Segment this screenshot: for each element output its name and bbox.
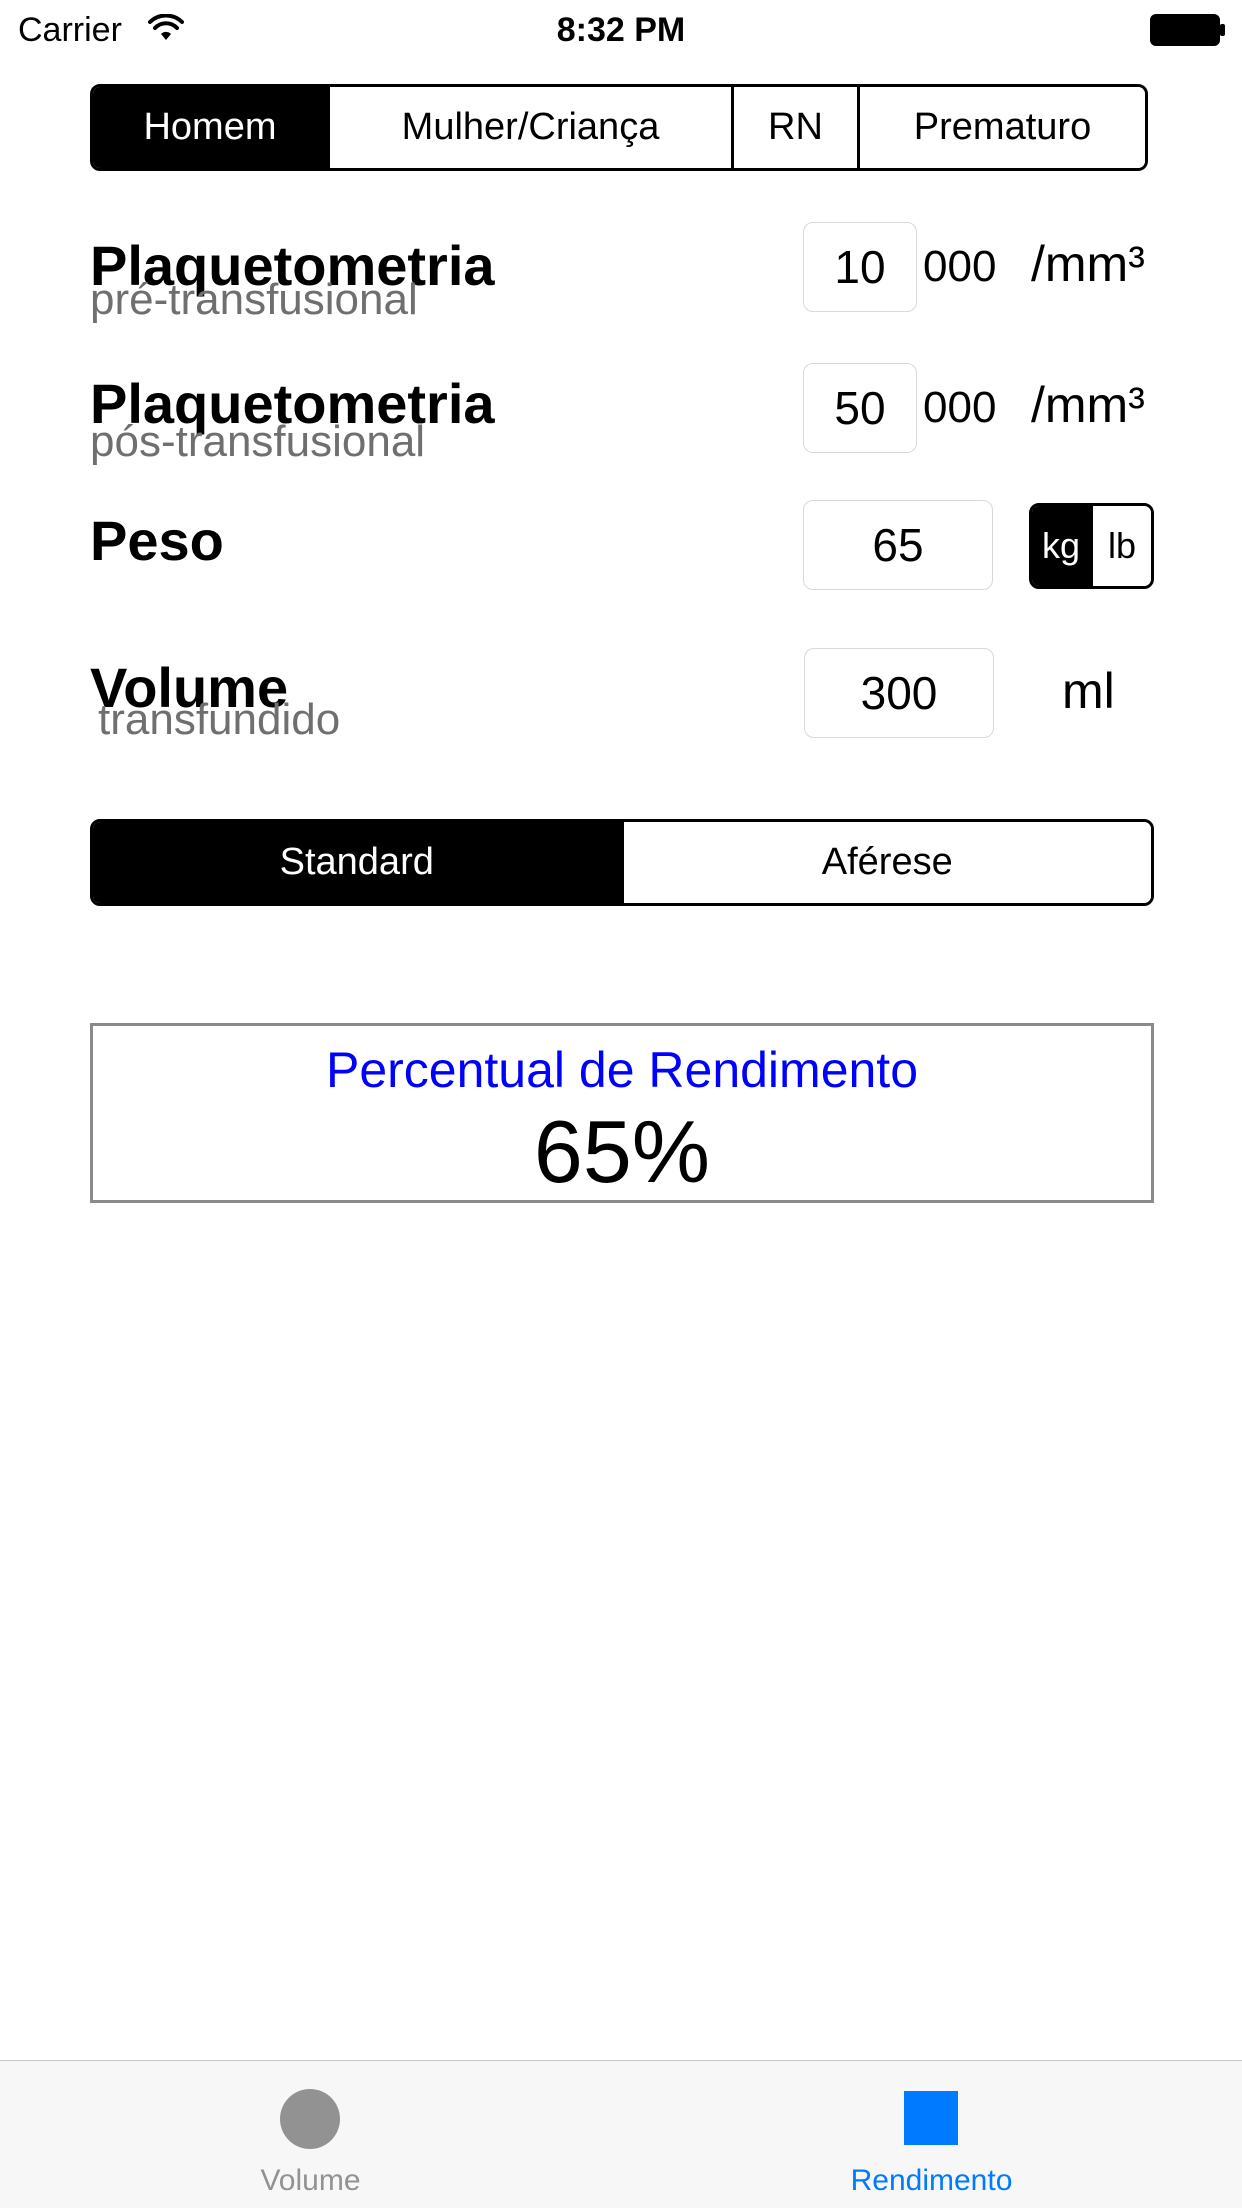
pre-transfusion-suffix: 000 xyxy=(923,242,997,291)
post-transfusion-unit: /mm³ xyxy=(1031,377,1145,433)
battery-icon xyxy=(1150,14,1225,46)
weight-label: Peso xyxy=(90,509,224,572)
square-icon xyxy=(904,2091,958,2145)
result-title: Percentual de Rendimento xyxy=(325,1042,919,1098)
volume-input[interactable]: 300 xyxy=(804,648,994,738)
segment-homem[interactable]: Homem xyxy=(93,87,327,168)
result-box: Percentual de Rendimento 65% xyxy=(90,1023,1154,1203)
weight-unit-selector: kg lb xyxy=(1029,503,1154,589)
segment-mulher-crianca[interactable]: Mulher/Criança xyxy=(327,87,731,168)
tab-bar: Volume Rendimento xyxy=(0,2060,1242,2208)
segment-prematuro[interactable]: Prematuro xyxy=(857,87,1145,168)
product-type-selector: Standard Aférese xyxy=(90,819,1154,906)
status-bar: Carrier 8:32 PM xyxy=(0,0,1242,60)
tab-volume-label: Volume xyxy=(260,2164,361,2197)
post-transfusion-suffix: 000 xyxy=(923,383,997,432)
unit-kg[interactable]: kg xyxy=(1032,506,1090,586)
patient-type-selector: Homem Mulher/Criança RN Prematuro xyxy=(90,84,1148,171)
segment-aferese[interactable]: Aférese xyxy=(620,822,1151,903)
tab-rendimento[interactable]: Rendimento xyxy=(621,2061,1242,2209)
tab-rendimento-label: Rendimento xyxy=(850,2164,1013,2197)
volume-unit: ml xyxy=(1062,663,1115,719)
weight-input[interactable]: 65 xyxy=(803,500,993,590)
clock: 8:32 PM xyxy=(556,11,686,49)
tab-volume[interactable]: Volume xyxy=(0,2061,621,2209)
circle-icon xyxy=(280,2089,340,2149)
segment-standard[interactable]: Standard xyxy=(93,822,621,903)
post-transfusion-input[interactable]: 50 xyxy=(803,363,917,453)
volume-sublabel: transfundido xyxy=(98,695,341,744)
segment-rn[interactable]: RN xyxy=(731,87,857,168)
result-value: 65% xyxy=(533,1102,711,1201)
post-transfusion-sublabel: pós-transfusional xyxy=(90,417,426,466)
pre-transfusion-input[interactable]: 10 xyxy=(803,222,917,312)
pre-transfusion-unit: /mm³ xyxy=(1031,236,1145,292)
unit-lb[interactable]: lb xyxy=(1090,506,1151,586)
pre-transfusion-sublabel: pré-transfusional xyxy=(90,275,418,324)
